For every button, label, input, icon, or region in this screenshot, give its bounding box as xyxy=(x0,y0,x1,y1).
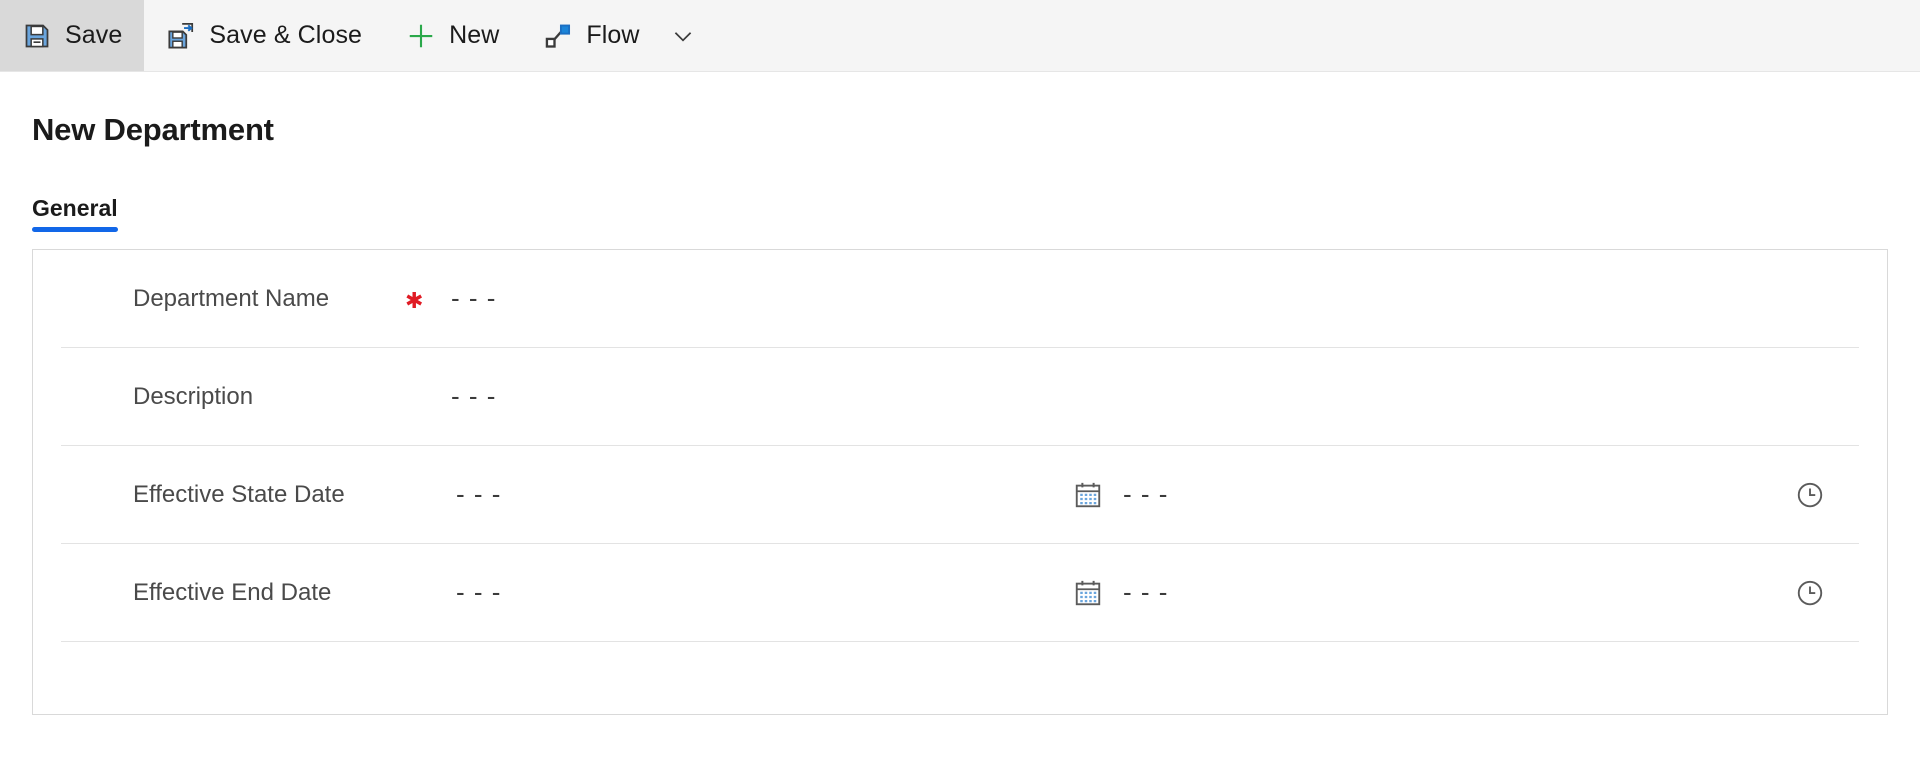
clock-icon[interactable] xyxy=(1793,478,1827,512)
clock-icon[interactable] xyxy=(1793,576,1827,610)
chevron-down-icon xyxy=(668,21,698,51)
effective-state-date-label: Effective State Date xyxy=(133,480,345,508)
form-empty-area xyxy=(61,642,1859,720)
tab-strip: General xyxy=(32,188,1888,232)
table-row: Effective End Date - - - - - - xyxy=(61,544,1859,642)
calendar-icon[interactable] xyxy=(1071,576,1105,610)
flow-button-label: Flow xyxy=(586,21,640,49)
save-and-close-button[interactable]: Save & Close xyxy=(144,0,384,71)
command-bar: Save Save & Close New Flow xyxy=(0,0,1920,72)
overflow-menu-button[interactable] xyxy=(662,0,716,71)
save-and-close-label: Save & Close xyxy=(209,21,363,49)
table-row: Effective State Date - - - - - - xyxy=(61,446,1859,544)
save-close-icon xyxy=(166,21,196,51)
table-row: Description - - - xyxy=(61,348,1859,446)
tab-general-label: General xyxy=(32,195,118,221)
required-asterisk-icon: ✱ xyxy=(405,287,424,313)
save-button[interactable]: Save xyxy=(0,0,145,71)
new-button-label: New xyxy=(449,21,500,49)
new-button[interactable]: New xyxy=(384,0,521,71)
description-input[interactable]: - - - xyxy=(451,381,496,412)
description-label: Description xyxy=(133,382,254,410)
table-row: Department Name ✱ - - - xyxy=(61,250,1859,348)
page-title: New Department xyxy=(32,112,274,147)
tab-general[interactable]: General xyxy=(32,195,118,232)
department-name-label: Department Name xyxy=(133,284,330,312)
save-button-label: Save xyxy=(65,21,123,49)
effective-state-time-input[interactable]: - - - xyxy=(1105,479,1665,510)
effective-state-date-input[interactable]: - - - xyxy=(451,479,1071,510)
department-name-input[interactable]: - - - xyxy=(451,283,496,314)
flow-button[interactable]: Flow xyxy=(521,0,661,71)
effective-end-time-input[interactable]: - - - xyxy=(1105,577,1665,608)
page-content: New Department General Department Name ✱… xyxy=(0,112,1920,715)
flow-icon xyxy=(543,21,573,51)
save-icon xyxy=(22,21,52,51)
plus-icon xyxy=(406,21,436,51)
general-form-card: Department Name ✱ - - - Description - - … xyxy=(32,249,1888,715)
effective-end-date-input[interactable]: - - - xyxy=(451,577,1071,608)
effective-end-date-label: Effective End Date xyxy=(133,578,332,606)
calendar-icon[interactable] xyxy=(1071,478,1105,512)
